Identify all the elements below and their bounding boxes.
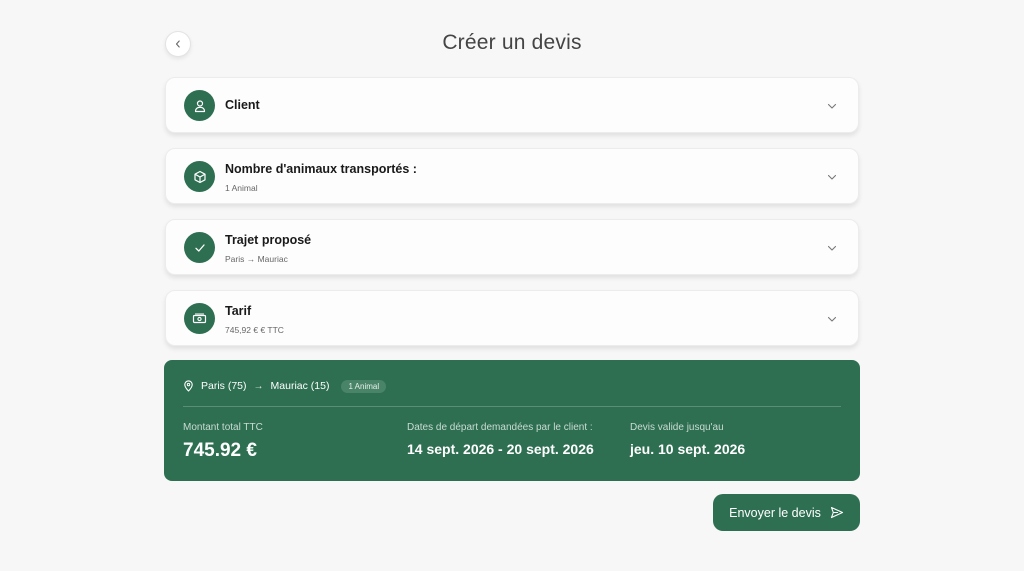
send-quote-button[interactable]: Envoyer le devis bbox=[713, 494, 860, 531]
tarif-title: Tarif bbox=[225, 304, 252, 318]
client-title: Client bbox=[225, 98, 260, 112]
summary-route: Paris (75) → Mauriac (15) 1 Animal bbox=[183, 378, 387, 394]
chevron-down-icon bbox=[827, 103, 837, 109]
map-pin-icon bbox=[184, 380, 193, 392]
dates-label: Dates de départ demandées par le client … bbox=[407, 422, 593, 433]
tarif-section[interactable]: Tarif 745,92 € € TTC bbox=[165, 290, 859, 346]
summary-from: Paris (75) bbox=[201, 380, 247, 392]
user-icon bbox=[184, 90, 215, 121]
animals-title: Nombre d'animaux transportés : bbox=[225, 162, 417, 176]
quote-summary-panel: Paris (75) → Mauriac (15) 1 Animal Monta… bbox=[164, 360, 860, 481]
animals-badge: 1 Animal bbox=[341, 379, 387, 393]
tarif-price: 745,92 € € TTC bbox=[225, 325, 284, 335]
summary-to: Mauriac (15) bbox=[270, 380, 330, 392]
validity-block: Devis valide jusqu'au jeu. 10 sept. 2026 bbox=[630, 422, 745, 457]
validity-label: Devis valide jusqu'au bbox=[630, 422, 724, 433]
client-section[interactable]: Client bbox=[165, 77, 859, 133]
page-title: Créer un devis bbox=[442, 31, 582, 54]
banknote-icon bbox=[184, 303, 215, 334]
dates-value: 14 sept. 2026 - 20 sept. 2026 bbox=[407, 441, 594, 457]
send-icon bbox=[830, 506, 843, 519]
chevron-down-icon bbox=[827, 245, 837, 251]
send-quote-label: Envoyer le devis bbox=[729, 505, 821, 520]
total-block: Montant total TTC 745.92 € bbox=[183, 422, 263, 462]
route-section[interactable]: Trajet proposé Paris → Mauriac bbox=[165, 219, 859, 275]
arrow-right-icon: → bbox=[253, 380, 264, 392]
box-icon bbox=[184, 161, 215, 192]
animals-count: 1 Animal bbox=[225, 183, 258, 193]
validity-value: jeu. 10 sept. 2026 bbox=[630, 441, 746, 457]
route-summary: Paris → Mauriac bbox=[225, 254, 288, 264]
dates-block: Dates de départ demandées par le client … bbox=[407, 422, 594, 457]
chevron-down-icon bbox=[827, 316, 837, 322]
total-label: Montant total TTC bbox=[183, 422, 263, 433]
chevron-down-icon bbox=[827, 174, 837, 180]
divider bbox=[183, 406, 841, 407]
animals-section[interactable]: Nombre d'animaux transportés : 1 Animal bbox=[165, 148, 859, 204]
check-icon bbox=[184, 232, 215, 263]
total-value: 745.92 € bbox=[183, 440, 257, 461]
route-title: Trajet proposé bbox=[225, 233, 312, 247]
